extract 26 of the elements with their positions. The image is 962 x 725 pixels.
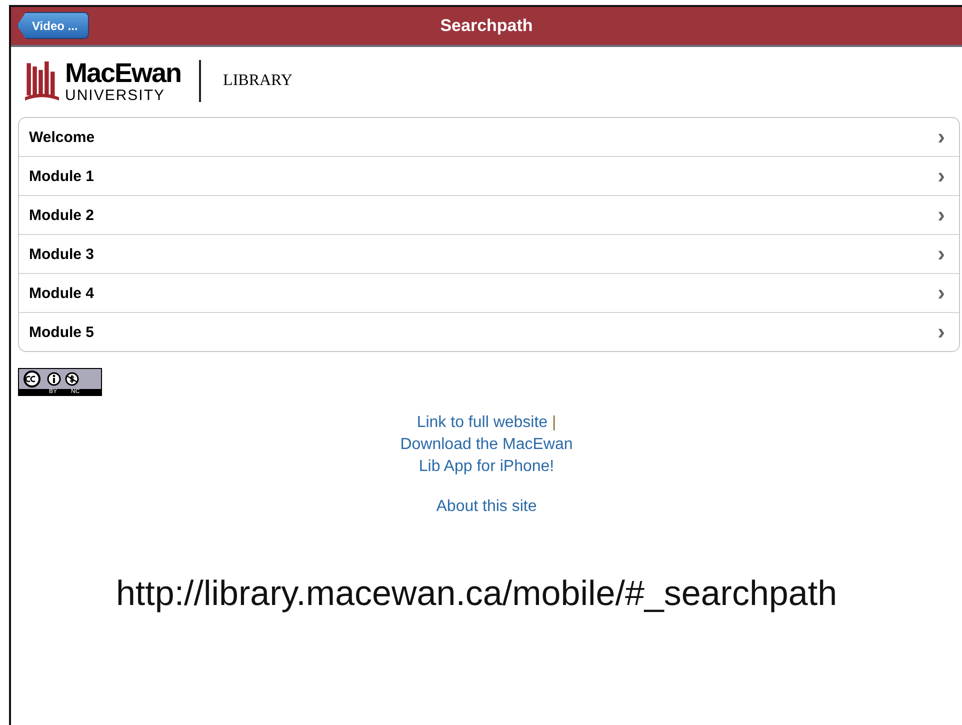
chevron-icon: › [938,241,945,267]
menu-item[interactable]: Module 5 › [19,312,959,351]
url-caption: http://library.macewan.ca/mobile/#_searchpath [114,574,838,614]
menu-item[interactable]: Module 2 › [19,195,959,234]
logo-icon [25,59,59,103]
menu-item[interactable]: Welcome › [19,118,959,156]
menu-item[interactable]: Module 4 › [19,273,959,312]
full-site-link[interactable]: Link to full website [416,414,548,431]
person-icon [47,372,61,386]
logo-subtitle: UNIVERSITY [65,88,166,102]
no-dollar-icon [65,372,79,386]
separator: | [552,414,556,431]
menu-item[interactable]: Module 3 › [19,234,959,273]
logo-section: LIBRARY [223,72,292,90]
cc-icon [21,370,43,388]
about-link[interactable]: About this site [436,496,537,518]
back-button[interactable]: Video ... [17,12,89,39]
menu-item[interactable]: Module 1 › [19,156,959,195]
logo-name: MacEwan [65,60,182,86]
page-title: Searchpath [440,16,533,36]
chevron-icon: › [938,319,945,345]
chevron-icon: › [938,280,945,306]
app-download-link[interactable]: Download the MacEwan Lib App for iPhone! [396,434,576,478]
chevron-icon: › [938,124,945,150]
chevron-icon: › [938,163,945,189]
chevron-icon: › [938,202,945,228]
